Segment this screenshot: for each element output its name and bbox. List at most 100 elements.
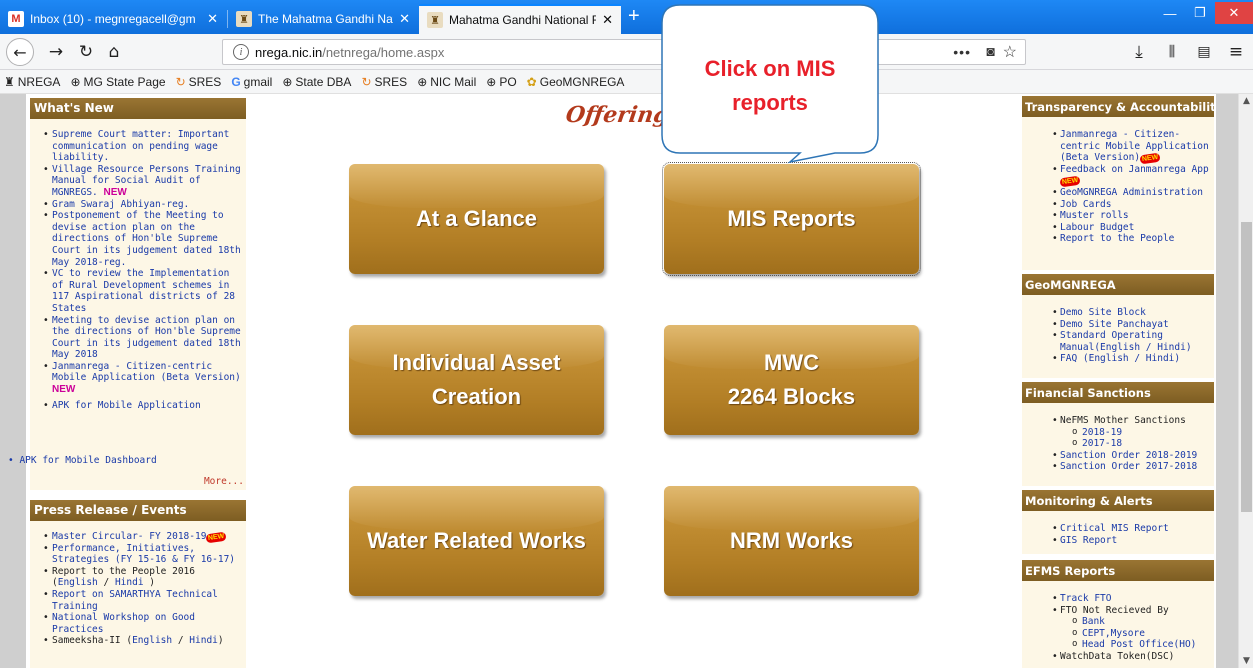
bookmarks-toolbar: ♜ NREGA ⊕ MG State Page ↻ SRES Ggmail ⊕ Stat… <box>0 70 1253 94</box>
pocket-icon[interactable]: ◙ <box>987 43 995 59</box>
at-a-glance-button[interactable]: At a Glance <box>349 164 604 274</box>
close-window-icon[interactable]: ✕ <box>1215 2 1253 24</box>
press-item[interactable]: Master Circular- FY 2018-19NEW <box>43 531 242 544</box>
news-item[interactable]: Janmanrega - Citizen-centric Mobile Appl… <box>43 361 242 396</box>
bookmark-star-icon[interactable]: ☆ <box>1003 42 1017 62</box>
bookmark-state-dba[interactable]: ⊕ State DBA <box>282 75 351 89</box>
bookmark-nic-mail[interactable]: ⊕ NIC Mail <box>417 75 476 89</box>
bookmark-nrega[interactable]: ♜ NREGA <box>4 75 60 89</box>
scroll-up-icon[interactable]: ▲ <box>1239 96 1253 106</box>
geomgnrega-title: GeoMGNREGA <box>1022 274 1214 295</box>
home-icon[interactable]: ⌂ <box>102 40 126 64</box>
menu-icon[interactable]: ≡ <box>1224 40 1248 64</box>
bookmark-po[interactable]: ⊕ PO <box>486 75 516 89</box>
transparency-item[interactable]: Muster rolls <box>1052 210 1212 222</box>
bookmark-sres[interactable]: ↻ SRES <box>176 75 222 89</box>
bookmark-geomgnrega[interactable]: ✿ GeoMGNREGA <box>527 75 625 89</box>
vertical-scrollbar[interactable]: ▲ ▼ <box>1238 94 1253 668</box>
transparency-item[interactable]: GeoMGNREGA Administration <box>1052 187 1212 199</box>
close-tab-icon[interactable]: ✕ <box>399 11 410 27</box>
english-link[interactable]: English <box>132 635 172 646</box>
press-item[interactable]: National Workshop on Good Practices <box>43 612 242 635</box>
fto-sub-link[interactable]: CEPT,Mysore <box>1060 628 1212 640</box>
new-label: NEW <box>52 384 76 396</box>
hindi-link[interactable]: Hindi <box>115 577 144 588</box>
sanction-year-link[interactable]: 2018-19 <box>1060 427 1212 439</box>
transparency-item[interactable]: Report to the People <box>1052 233 1212 245</box>
gmail-icon: M <box>8 11 24 27</box>
sidebar-icon[interactable]: ▤ <box>1192 40 1216 64</box>
efms-panel: EFMS Reports Track FTO FTO Not Recieved … <box>1022 560 1214 668</box>
download-icon[interactable]: ⤓ <box>1127 40 1151 64</box>
new-tab-button[interactable]: + <box>628 5 640 28</box>
library-icon[interactable]: ⫼ <box>1160 40 1184 64</box>
news-item[interactable]: Meeting to devise action plan on the dir… <box>43 315 242 361</box>
transparency-panel: Transparency & Accountability Janmanrega… <box>1022 96 1214 270</box>
new-label: NEW <box>103 186 127 198</box>
refresh-icon: ↻ <box>175 74 186 89</box>
tab-mgnrega-active[interactable]: ♜ Mahatma Gandhi National Rura ✕ <box>419 4 621 34</box>
forward-arrow-icon[interactable]: → <box>44 40 68 64</box>
mwc-blocks-button[interactable]: MWC 2264 Blocks <box>664 325 919 435</box>
restore-icon[interactable]: ❐ <box>1185 2 1215 24</box>
more-link[interactable]: More... <box>204 476 244 487</box>
monitoring-item[interactable]: GIS Report <box>1052 535 1212 547</box>
geomgnrega-item[interactable]: Standard Operating Manual(English / Hind… <box>1052 330 1212 353</box>
bookmark-gmail[interactable]: Ggmail <box>231 75 272 89</box>
reload-icon[interactable]: ↻ <box>74 40 98 64</box>
url-bar[interactable]: i nrega.nic.in/netnrega/home.aspx ••• ◙ … <box>222 39 1026 65</box>
fto-not-received-item: FTO Not Recieved By <box>1052 605 1212 617</box>
transparency-item[interactable]: Labour Budget <box>1052 222 1212 234</box>
press-item[interactable]: Performance, Initiatives, Strategies (FY… <box>43 543 242 566</box>
nrm-works-button[interactable]: NRM Works <box>664 486 919 596</box>
url-host: nrega.nic.in <box>255 44 323 60</box>
apk-dashboard-link[interactable]: • APK for Mobile Dashboard <box>8 455 157 466</box>
tab-mgnrega-1[interactable]: ♜ The Mahatma Gandhi National ✕ <box>228 4 418 34</box>
individual-asset-creation-button[interactable]: Individual Asset Creation <box>349 325 604 435</box>
globe-icon: ⊕ <box>282 74 293 89</box>
back-arrow-icon[interactable]: ← <box>6 38 34 66</box>
news-item[interactable]: VC to review the Implementation of Rural… <box>43 268 242 314</box>
fto-sub-link[interactable]: Head Post Office(HO) <box>1060 639 1212 651</box>
track-fto-link[interactable]: Track FTO <box>1052 593 1212 605</box>
financial-sanctions-title: Financial Sanctions <box>1022 382 1214 403</box>
news-item[interactable]: Postponement of the Meeting to devise ac… <box>43 210 242 268</box>
scroll-thumb[interactable] <box>1241 222 1252 512</box>
transparency-item[interactable]: Janmanrega - Citizen-centric Mobile Appl… <box>1052 129 1212 165</box>
water-related-works-button[interactable]: Water Related Works <box>349 486 604 596</box>
monitoring-title: Monitoring & Alerts <box>1022 490 1214 511</box>
press-release-title: Press Release / Events <box>30 500 246 521</box>
bookmark-mg-state-page[interactable]: ⊕ MG State Page <box>70 75 165 89</box>
mis-reports-button[interactable]: MIS Reports <box>662 162 921 276</box>
sanction-order-link[interactable]: Sanction Order 2018-2019 <box>1052 450 1212 462</box>
geomgnrega-list: Demo Site Block Demo Site Panchayat Stan… <box>1022 295 1214 369</box>
transparency-item[interactable]: Feedback on Janmanrega AppNEW <box>1052 164 1212 188</box>
news-item[interactable]: APK for Mobile Application <box>43 400 242 412</box>
monitoring-item[interactable]: Critical MIS Report <box>1052 523 1212 535</box>
close-tab-icon[interactable]: ✕ <box>207 11 218 27</box>
tab-gmail-inbox[interactable]: M Inbox (10) - megnregacell@gm ✕ <box>0 4 226 34</box>
geomgnrega-item[interactable]: Demo Site Panchayat <box>1052 319 1212 331</box>
news-item[interactable]: Gram Swaraj Abhiyan-reg. <box>43 199 242 211</box>
geomgnrega-item[interactable]: Demo Site Block <box>1052 307 1212 319</box>
news-item[interactable]: Village Resource Persons Training Manual… <box>43 164 242 199</box>
english-link[interactable]: English <box>58 577 98 588</box>
minimize-icon[interactable]: — <box>1155 2 1185 24</box>
info-icon[interactable]: i <box>233 44 249 60</box>
transparency-item[interactable]: Job Cards <box>1052 199 1212 211</box>
geomgnrega-item[interactable]: FAQ (English / Hindi) <box>1052 353 1212 365</box>
sanction-year-link[interactable]: 2017-18 <box>1060 438 1212 450</box>
bookmark-sres-2[interactable]: ↻ SRES <box>361 75 407 89</box>
close-tab-icon[interactable]: ✕ <box>602 12 613 28</box>
right-margin <box>1216 94 1238 668</box>
navigation-toolbar: ← → ↻ ⌂ i nrega.nic.in/netnrega/home.asp… <box>0 34 1253 70</box>
scroll-down-icon[interactable]: ▼ <box>1239 656 1253 666</box>
google-icon: G <box>231 74 241 89</box>
emblem-icon: ♜ <box>427 12 443 28</box>
sanction-order-link[interactable]: Sanction Order 2017-2018 <box>1052 461 1212 473</box>
page-actions-icon[interactable]: ••• <box>953 44 971 60</box>
fto-sub-link[interactable]: Bank <box>1060 616 1212 628</box>
press-item[interactable]: Report on SAMARTHYA Technical Training <box>43 589 242 612</box>
news-item[interactable]: Supreme Court matter: Important communic… <box>43 129 242 164</box>
hindi-link[interactable]: Hindi <box>189 635 218 646</box>
